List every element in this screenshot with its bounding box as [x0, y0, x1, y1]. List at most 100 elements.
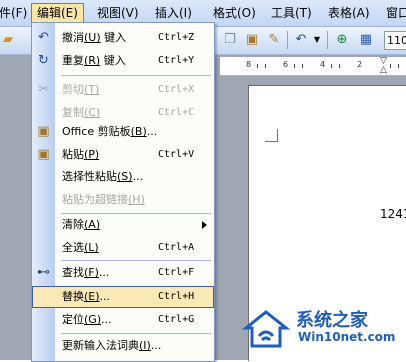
menu-item-label: 清除	[62, 218, 84, 231]
edit-menu-dropdown: ↶ 撤消(U) 键入 Ctrl+Z ↻ 重复(R) 键入 Ctrl+Y ✂ 剪切…	[31, 22, 215, 362]
menu-item-label: 粘贴	[62, 148, 84, 161]
undo-icon: ↶	[38, 30, 49, 45]
menu-table[interactable]: 表格(A)	[323, 3, 375, 23]
format-painter-icon[interactable]: ✎	[266, 32, 282, 48]
ruler-tick	[398, 64, 399, 68]
menu-item-paste-as-hyperlink[interactable]: 粘贴为超链接(H)	[32, 189, 214, 211]
ruler-tick	[265, 64, 266, 68]
menu-item-suffix: ...	[132, 170, 144, 183]
submenu-arrow-icon	[202, 221, 207, 229]
menu-item-paste-special[interactable]: 选择性粘贴(S)...	[32, 166, 214, 188]
menu-item-suffix: ...	[101, 313, 112, 326]
menu-item-suffix: ...	[98, 266, 110, 279]
menu-item-label: 剪切	[62, 83, 84, 96]
menu-item-go-to[interactable]: 定位(G)... Ctrl+G	[32, 309, 214, 331]
indent-marker-icon[interactable]: ▽ △	[380, 57, 387, 75]
menu-item-suffix: ...	[150, 339, 162, 352]
menu-item-cut[interactable]: ✂ 剪切(T) Ctrl+X	[32, 79, 214, 101]
menu-separator	[61, 260, 211, 261]
menu-item-mnemonic: (P)	[84, 148, 100, 161]
menu-item-label: 更新输入法词典	[62, 339, 139, 352]
menu-item-shortcut: Ctrl+Z	[158, 32, 195, 43]
menu-item-mnemonic: (E)	[84, 290, 100, 303]
menu-item-mnemonic: (S)	[117, 170, 133, 183]
menu-item-clear[interactable]: 清除(A)	[32, 214, 214, 236]
menu-item-shortcut: Ctrl+G	[158, 314, 195, 325]
redo-icon: ↻	[38, 53, 49, 68]
menu-window[interactable]: 窗口	[381, 3, 406, 23]
menu-item-suffix: 键入	[100, 54, 126, 67]
menu-item-mnemonic: (B)	[130, 125, 147, 138]
margin-corner-mark	[265, 129, 278, 142]
ruler-tick	[331, 64, 332, 68]
watermark-url: Win10net.com	[298, 330, 396, 344]
menu-item-mnemonic: (T)	[84, 83, 100, 96]
menu-item-label: 复制	[62, 106, 84, 119]
menu-item-label: 撤消	[62, 31, 84, 44]
menu-item-label: 粘贴为超链接	[62, 193, 128, 206]
house-logo-icon	[242, 310, 290, 348]
menu-item-label: 选择性粘贴	[62, 170, 117, 183]
menu-item-shortcut: Ctrl+X	[158, 84, 195, 95]
paste-icon[interactable]: ▣	[244, 32, 260, 48]
ruler-number: 2	[357, 60, 363, 69]
menu-item-label: 全选	[62, 241, 84, 254]
horizontal-ruler[interactable]: 8 6 4 2	[220, 57, 406, 76]
ruler-number: 6	[283, 60, 289, 69]
menu-item-mnemonic: (G)	[84, 313, 102, 326]
menu-separator	[61, 333, 211, 334]
menu-item-paste[interactable]: ▣ 粘贴(P) Ctrl+V	[32, 144, 214, 166]
ruler-tick	[339, 64, 340, 68]
menu-item-label: Office 剪贴板	[62, 125, 131, 138]
menu-item-undo[interactable]: ↶ 撤消(U) 键入 Ctrl+Z	[32, 27, 214, 49]
hyperlink-globe-icon[interactable]: ⊕	[334, 32, 350, 48]
menu-item-suffix: 键入	[100, 31, 127, 44]
clipboard-icon: ▣	[37, 124, 50, 139]
menu-item-label: 定位	[62, 313, 84, 326]
binoculars-icon: ⊷	[37, 265, 50, 280]
menu-item-shortcut: Ctrl+V	[158, 149, 195, 160]
copy-icon[interactable]: ❐	[222, 32, 238, 48]
menu-tools[interactable]: 工具(T)	[266, 3, 317, 23]
menu-item-label: 替换	[62, 290, 84, 303]
ruler-tick	[390, 64, 391, 68]
menu-insert[interactable]: 插入(I)	[150, 3, 197, 23]
menu-file[interactable]: 件(F)	[0, 3, 32, 23]
scissors-icon: ✂	[38, 82, 49, 97]
undo-icon[interactable]: ↶	[293, 32, 309, 48]
watermark-title: 系统之家	[296, 310, 368, 331]
menu-item-mnemonic: (A)	[84, 218, 101, 231]
ruler-tick	[302, 64, 303, 68]
menu-item-label: 重复	[62, 54, 84, 67]
menu-item-mnemonic: (R)	[84, 54, 101, 67]
menu-item-office-clipboard[interactable]: ▣ Office 剪贴板(B)...	[32, 121, 214, 143]
menu-item-mnemonic: (I)	[139, 339, 151, 352]
menu-item-suffix: ...	[146, 125, 158, 138]
table-icon[interactable]: ▦	[358, 32, 374, 48]
menu-item-redo[interactable]: ↻ 重复(R) 键入 Ctrl+Y	[32, 50, 214, 72]
site-watermark: 系统之家 Win10net.com	[238, 300, 406, 360]
menu-view[interactable]: 视图(V)	[92, 3, 144, 23]
menu-item-mnemonic: (H)	[128, 193, 145, 206]
menu-item-replace[interactable]: 替换(E)... Ctrl+H	[32, 286, 214, 308]
menu-item-mnemonic: (F)	[84, 266, 99, 279]
toolbar-separator	[327, 31, 328, 49]
zoom-input[interactable]: 110	[384, 31, 406, 50]
menu-format[interactable]: 格式(O)	[208, 3, 261, 23]
document-text: 1241	[380, 207, 406, 221]
menu-item-mnemonic: (U)	[84, 31, 101, 44]
ruler-tick	[257, 64, 258, 68]
undo-dropdown-icon[interactable]: ▼	[309, 32, 325, 48]
menu-item-select-all[interactable]: 全选(L) Ctrl+A	[32, 237, 214, 259]
menu-item-shortcut: Ctrl+H	[158, 291, 195, 302]
open-folder-icon[interactable]: ▰	[0, 32, 16, 48]
ruler-tick	[294, 64, 295, 68]
menu-item-label: 查找	[62, 266, 84, 279]
menu-item-mnemonic: (C)	[84, 106, 101, 119]
ruler-number: 8	[246, 60, 252, 69]
menu-item-find[interactable]: ⊷ 查找(F)... Ctrl+F	[32, 262, 214, 284]
menu-separator	[61, 75, 211, 76]
menu-edit[interactable]: 编辑(E)	[31, 3, 84, 23]
paste-icon: ▣	[37, 147, 50, 162]
menu-item-update-ime-dictionary[interactable]: 更新输入法词典(I)...	[32, 335, 214, 357]
